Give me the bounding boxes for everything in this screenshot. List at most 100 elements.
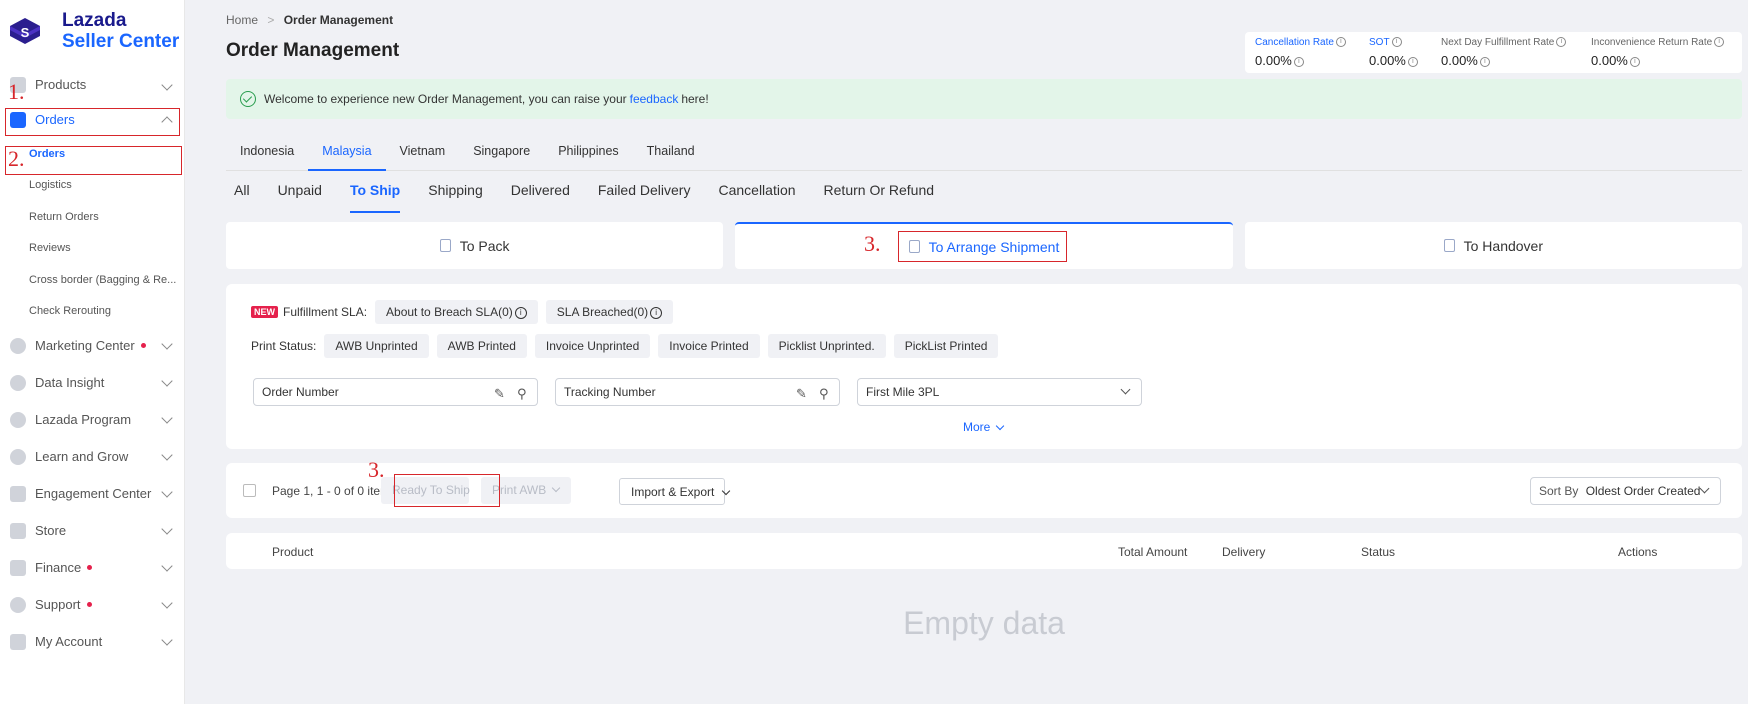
tab-to-ship[interactable]: To Ship [349, 175, 401, 213]
info-icon[interactable]: i [1407, 56, 1418, 67]
tab-vietnam[interactable]: Vietnam [386, 131, 460, 171]
sidebar-item-support[interactable]: Support [0, 586, 185, 623]
metric-cancellation-rate[interactable]: Cancellation Rate i 0.00% i [1245, 32, 1359, 73]
brand-name: Lazada [62, 10, 127, 31]
tab-unpaid[interactable]: Unpaid [278, 175, 322, 213]
chip-invoice-printed[interactable]: Invoice Printed [658, 334, 760, 358]
pagination-info: Page 1, 1 - 0 of 0 items [272, 484, 397, 498]
info-icon[interactable]: i [1714, 37, 1725, 48]
logo-mark-letter: S [21, 25, 30, 40]
sidebar-subitem-check-rerouting[interactable]: Check Rerouting [0, 296, 185, 328]
sidebar-subitem-reviews[interactable]: Reviews [0, 233, 185, 265]
chip-picklist-unprinted[interactable]: Picklist Unprinted. [767, 334, 886, 358]
sidebar-item-lazada-program[interactable]: Lazada Program [0, 401, 185, 438]
sidebar-item-learn-and-grow[interactable]: Learn and Grow [0, 438, 185, 475]
edit-icon[interactable]: ✎ [494, 386, 505, 402]
sidebar-subitem-return-orders[interactable]: Return Orders [0, 201, 185, 233]
chip-label: SLA Breached(0) [556, 305, 649, 319]
welcome-banner: Welcome to experience new Order Manageme… [226, 79, 1742, 119]
tab-to-pack[interactable]: To Pack [226, 222, 724, 269]
chip-picklist-printed[interactable]: PickList Printed [893, 334, 999, 358]
clipboard-icon [908, 240, 920, 253]
feedback-link[interactable]: feedback [630, 92, 679, 106]
search-icon[interactable]: ⚲ [517, 386, 527, 402]
ready-to-ship-button[interactable]: Ready To Ship [381, 477, 470, 504]
info-icon[interactable]: i [1391, 37, 1402, 48]
sidebar-item-my-account[interactable]: My Account [0, 623, 185, 660]
marketing-icon [10, 337, 26, 354]
sub-tab-label: To Pack [459, 237, 510, 254]
chip-sla-breached[interactable]: SLA Breached(0) i [545, 300, 674, 324]
chevron-down-icon [161, 486, 173, 498]
chevron-down-icon [551, 483, 561, 493]
print-awb-button[interactable]: Print AWB [481, 477, 571, 504]
metric-inconvenience-return[interactable]: Inconvenience Return Rate i 0.00% i [1581, 32, 1741, 73]
search-icon[interactable]: ⚲ [819, 386, 829, 402]
sort-by-label: Sort By [1539, 484, 1579, 498]
status-tabs: All Unpaid To Ship Shipping Delivered Fa… [226, 175, 962, 213]
metric-next-day-fulfillment[interactable]: Next Day Fulfillment Rate i 0.00% i [1431, 32, 1581, 73]
metric-value: 0.00% [1369, 53, 1406, 68]
select-all-checkbox[interactable] [243, 484, 256, 497]
lazada-logo[interactable]: S Lazada Seller Center [6, 10, 179, 52]
tab-to-arrange-shipment[interactable]: To Arrange Shipment [735, 222, 1233, 269]
chevron-down-icon [161, 338, 173, 350]
sidebar-item-label: Orders [35, 112, 75, 127]
metric-sot[interactable]: SOT i 0.00% i [1359, 32, 1431, 73]
chevron-down-icon [161, 412, 173, 424]
info-icon[interactable]: i [1293, 56, 1304, 67]
import-export-label: Import & Export [631, 485, 715, 499]
import-export-button[interactable]: Import & Export [619, 478, 730, 505]
tab-singapore[interactable]: Singapore [459, 131, 544, 171]
notification-dot [87, 565, 93, 570]
sidebar-item-products[interactable]: Products [0, 68, 185, 101]
tab-to-handover[interactable]: To Handover [1244, 222, 1742, 269]
sidebar-item-finance[interactable]: Finance [0, 549, 185, 586]
wallet-icon [10, 559, 26, 576]
breadcrumb: Home > Order Management [226, 13, 393, 27]
tab-malaysia[interactable]: Malaysia [308, 131, 386, 171]
tab-failed-delivery[interactable]: Failed Delivery [598, 175, 691, 213]
tab-return-or-refund[interactable]: Return Or Refund [824, 175, 935, 213]
empty-state: Empty data [903, 605, 1065, 641]
info-icon[interactable]: i [1629, 56, 1640, 67]
learn-icon [10, 448, 26, 465]
order-number-input[interactable]: Order Number ✎ ⚲ [253, 378, 538, 406]
chip-awb-printed[interactable]: AWB Printed [436, 334, 527, 358]
chevron-down-icon [161, 523, 173, 535]
sidebar-subitem-cross-border[interactable]: Cross border (Bagging & Re... [0, 264, 185, 296]
tracking-number-input[interactable]: Tracking Number ✎ ⚲ [555, 378, 840, 406]
tab-all[interactable]: All [234, 175, 250, 213]
edit-icon[interactable]: ✎ [796, 386, 807, 402]
first-mile-3pl-select[interactable]: First Mile 3PL [857, 378, 1142, 406]
chip-awb-unprinted[interactable]: AWB Unprinted [324, 334, 429, 358]
more-filters-link[interactable]: More [963, 420, 1004, 434]
tab-shipping[interactable]: Shipping [428, 175, 483, 213]
metric-label: Next Day Fulfillment Rate [1441, 37, 1555, 48]
sidebar-item-label: Learn and Grow [35, 449, 129, 464]
chip-invoice-unprinted[interactable]: Invoice Unprinted [534, 334, 651, 358]
notification-dot [140, 343, 146, 348]
sidebar-item-orders[interactable]: Orders [0, 101, 185, 138]
tab-thailand[interactable]: Thailand [633, 131, 709, 171]
sidebar-item-engagement-center[interactable]: Engagement Center [0, 475, 185, 512]
sidebar-item-store[interactable]: Store [0, 512, 185, 549]
info-icon[interactable]: i [1335, 37, 1346, 48]
sidebar-nav: Products Orders Orders Logistics Return … [0, 68, 185, 660]
info-icon[interactable]: i [1479, 56, 1490, 67]
sort-by-select[interactable]: Sort By Oldest Order Created [1530, 477, 1721, 505]
tab-delivered[interactable]: Delivered [511, 175, 570, 213]
sidebar-item-marketing-center[interactable]: Marketing Center [0, 327, 185, 364]
tab-philippines[interactable]: Philippines [544, 131, 632, 171]
chevron-up-icon [161, 116, 173, 128]
tab-cancellation[interactable]: Cancellation [718, 175, 795, 213]
column-status: Status [1361, 545, 1396, 559]
metric-value: 0.00% [1591, 53, 1628, 68]
chip-about-to-breach[interactable]: About to Breach SLA(0) i [375, 300, 538, 324]
breadcrumb-home[interactable]: Home [226, 13, 258, 27]
sidebar-item-data-insight[interactable]: Data Insight [0, 364, 185, 401]
tab-indonesia[interactable]: Indonesia [226, 131, 308, 171]
sidebar-subitem-orders[interactable]: Orders [0, 138, 185, 170]
info-icon[interactable]: i [1556, 37, 1567, 48]
sidebar-subitem-logistics[interactable]: Logistics [0, 170, 185, 202]
